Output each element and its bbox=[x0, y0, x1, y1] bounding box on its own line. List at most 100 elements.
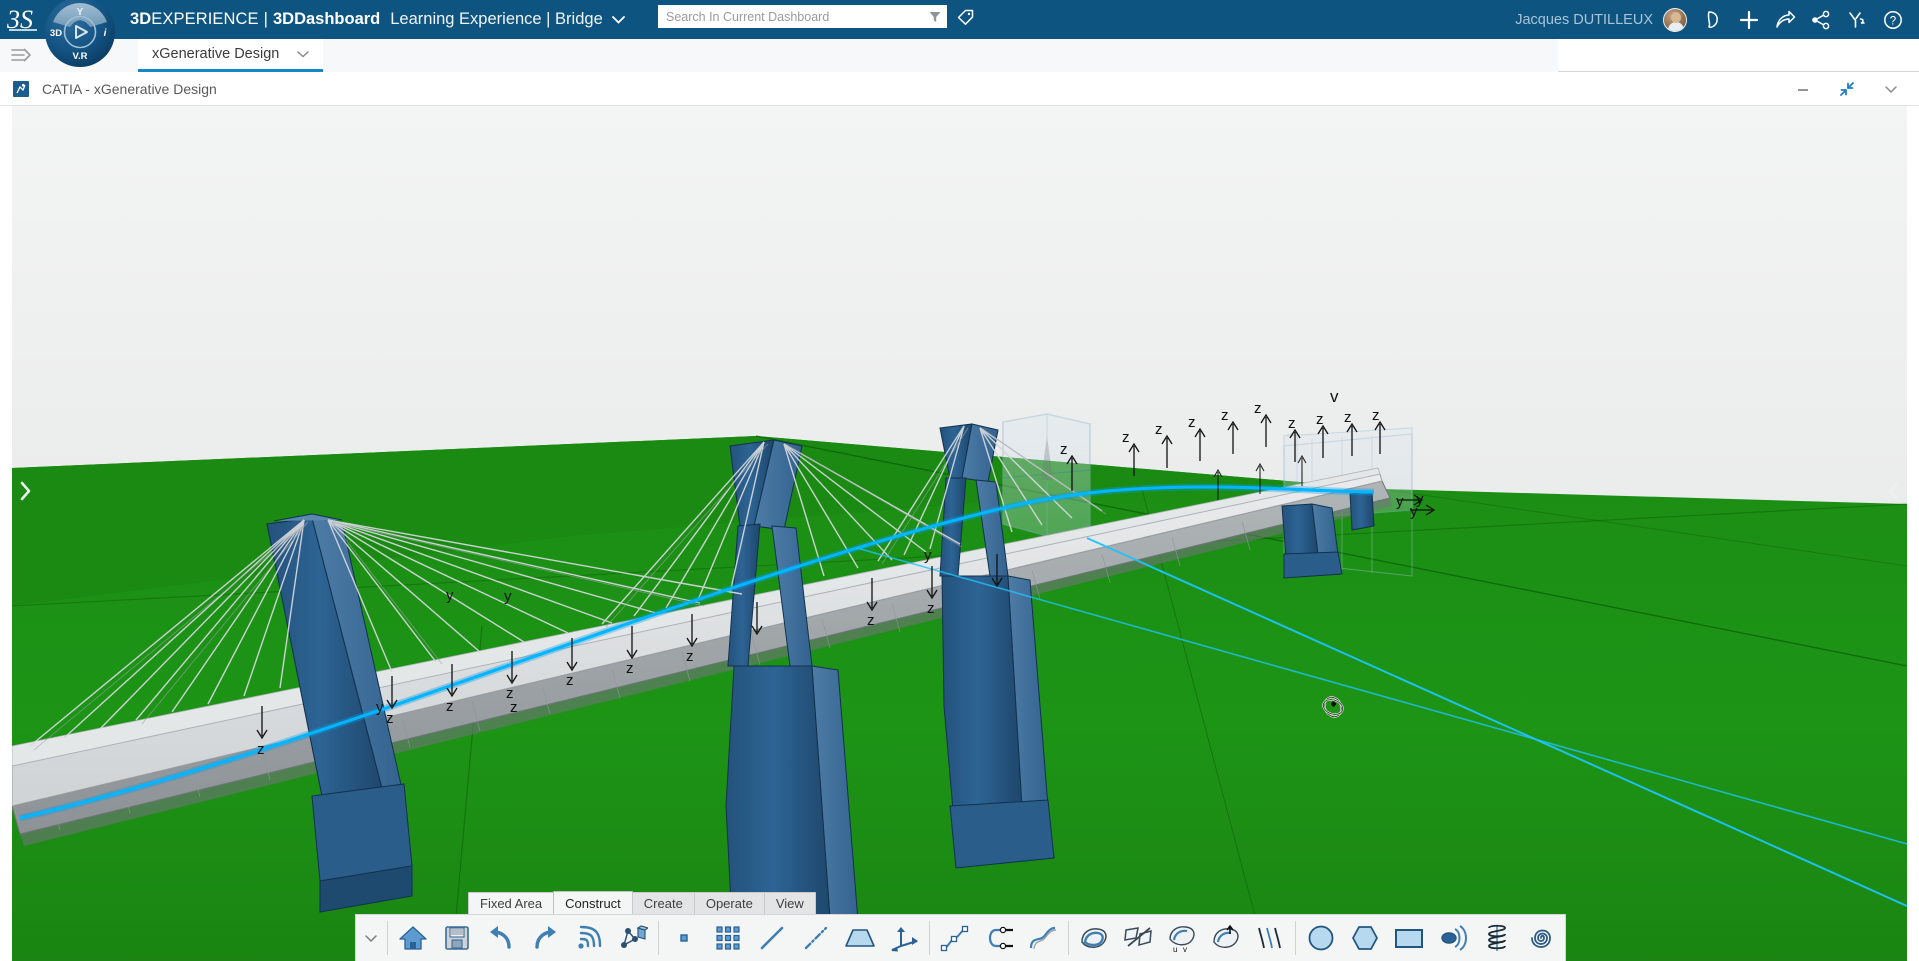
surface-fold-icon[interactable] bbox=[1116, 916, 1160, 961]
surface-uv-icon[interactable]: u v bbox=[1160, 916, 1204, 961]
ellipse-offset-icon[interactable] bbox=[1431, 916, 1475, 961]
svg-text:z: z bbox=[626, 660, 634, 677]
pylon-4 bbox=[1282, 504, 1342, 578]
compass-label-right: i bbox=[104, 28, 107, 39]
window-controls bbox=[1781, 72, 1913, 106]
3ds-logo-icon[interactable]: 3 S bbox=[4, 0, 46, 39]
svg-text:z: z bbox=[1288, 415, 1296, 432]
hexagon-icon[interactable] bbox=[1343, 916, 1387, 961]
design-space-box-1 bbox=[1003, 414, 1090, 536]
svg-text:z: z bbox=[446, 698, 454, 715]
plus-icon[interactable] bbox=[1731, 0, 1767, 39]
surface-extract-icon[interactable] bbox=[1204, 916, 1248, 961]
help-question-icon[interactable]: ? bbox=[1875, 0, 1911, 39]
brand-title: 3DEXPERIENCE | 3DDashboard Learning Expe… bbox=[130, 0, 625, 39]
search-input[interactable] bbox=[658, 6, 923, 27]
user-name-label[interactable]: Jacques DUTILLEUX bbox=[1515, 12, 1653, 28]
surface-patch-icon[interactable] bbox=[1072, 916, 1116, 961]
curve-blend-icon[interactable] bbox=[1021, 916, 1065, 961]
svg-text:z: z bbox=[1221, 407, 1229, 424]
circle-icon[interactable] bbox=[1299, 916, 1343, 961]
undo-icon[interactable] bbox=[479, 916, 523, 961]
3d-viewport[interactable]: zzz zzz zzz z v zzz zzz z z zz yyy y yyy bbox=[12, 106, 1907, 961]
trapezoid-plane-icon[interactable] bbox=[838, 916, 882, 961]
hamburger-menu-icon[interactable] bbox=[8, 44, 34, 66]
application-tab-bar: xGenerative Design bbox=[0, 39, 1919, 72]
svg-text:y: y bbox=[504, 588, 512, 605]
tab-label: xGenerative Design bbox=[152, 46, 279, 62]
tab-fixed-area[interactable]: Fixed Area bbox=[468, 892, 554, 914]
svg-text:z: z bbox=[1188, 414, 1196, 431]
notification-bookmark-icon[interactable] bbox=[1695, 0, 1731, 39]
brand-experience: EXPERIENCE bbox=[151, 10, 258, 28]
line-icon[interactable] bbox=[750, 916, 794, 961]
svg-text:z: z bbox=[566, 672, 574, 689]
graph-node-cube-icon[interactable] bbox=[611, 916, 655, 961]
brand-3d: 3D bbox=[130, 10, 151, 28]
svg-text:z: z bbox=[1155, 421, 1163, 438]
share-arrow-icon[interactable] bbox=[1767, 0, 1803, 39]
tab-label: View bbox=[776, 896, 804, 911]
tab-label: Construct bbox=[565, 896, 621, 911]
toolbar-separator bbox=[387, 921, 388, 955]
chevron-down-icon[interactable] bbox=[358, 916, 384, 961]
svg-text:z: z bbox=[386, 710, 394, 727]
connect-curve-icon[interactable] bbox=[977, 916, 1021, 961]
chevron-down-icon[interactable] bbox=[297, 45, 309, 63]
svg-text:y: y bbox=[446, 587, 454, 604]
svg-text:z: z bbox=[1254, 400, 1262, 417]
tab-operate[interactable]: Operate bbox=[694, 892, 765, 914]
point-grid-icon[interactable] bbox=[706, 916, 750, 961]
3dexperience-compass-icon[interactable]: Y 3D i V.R bbox=[44, 0, 116, 68]
tag-icon[interactable] bbox=[953, 5, 977, 29]
dashed-line-icon[interactable] bbox=[794, 916, 838, 961]
action-toolbar: u v bbox=[355, 914, 1566, 961]
restore-icon[interactable] bbox=[1825, 72, 1869, 106]
brand-separator: | bbox=[264, 10, 268, 29]
rectangle-icon[interactable] bbox=[1387, 916, 1431, 961]
tab-xgenerative-design[interactable]: xGenerative Design bbox=[138, 39, 323, 72]
svg-text:?: ? bbox=[1890, 15, 1896, 27]
dashboard-context-label[interactable]: Learning Experience | Bridge bbox=[390, 10, 603, 29]
toolbar-separator bbox=[1068, 921, 1069, 955]
svg-text:z: z bbox=[1344, 409, 1352, 426]
tab-create[interactable]: Create bbox=[632, 892, 695, 914]
save-floppy-icon[interactable] bbox=[435, 916, 479, 961]
pylon-5 bbox=[1350, 492, 1374, 530]
spline-icon[interactable] bbox=[933, 916, 977, 961]
top-navigation-bar: 3 S 3DEXPERIENCE | 3DDashboard Learning … bbox=[0, 0, 1919, 39]
search-box[interactable] bbox=[658, 5, 947, 28]
minimize-icon[interactable] bbox=[1781, 72, 1825, 106]
point-icon[interactable] bbox=[662, 916, 706, 961]
tab-label: Fixed Area bbox=[480, 896, 542, 911]
chevron-down-icon[interactable] bbox=[612, 11, 625, 29]
toolbar-separator bbox=[658, 921, 659, 955]
funnel-filter-icon[interactable] bbox=[923, 10, 947, 24]
toolbar-tabs: Fixed Area Construct Create Operate View bbox=[468, 891, 815, 914]
helix-icon[interactable] bbox=[1475, 916, 1519, 961]
tab-label: Operate bbox=[706, 896, 753, 911]
tab-construct[interactable]: Construct bbox=[553, 891, 633, 914]
svg-text:y: y bbox=[376, 699, 384, 716]
redo-icon[interactable] bbox=[523, 916, 567, 961]
home-icon[interactable] bbox=[391, 916, 435, 961]
svg-text:y: y bbox=[924, 547, 932, 564]
3dexperience-y-icon[interactable] bbox=[1839, 0, 1875, 39]
svg-text:z: z bbox=[1372, 407, 1380, 424]
catia-window-title: CATIA - xGenerative Design bbox=[42, 81, 217, 97]
svg-text:z: z bbox=[257, 741, 265, 758]
simulate-signal-icon[interactable] bbox=[567, 916, 611, 961]
toolbar-separator bbox=[929, 921, 930, 955]
right-panel-toggle[interactable] bbox=[1883, 474, 1905, 508]
3d-scene: zzz zzz zzz z v zzz zzz z z zz yyy y yyy bbox=[12, 106, 1907, 961]
svg-text:y: y bbox=[1410, 503, 1418, 520]
parallel-curves-icon[interactable] bbox=[1248, 916, 1292, 961]
chevron-down-icon[interactable] bbox=[1869, 72, 1913, 106]
tab-view[interactable]: View bbox=[764, 892, 816, 914]
share-nodes-icon[interactable] bbox=[1803, 0, 1839, 39]
spiral-icon[interactable] bbox=[1519, 916, 1563, 961]
axis-system-icon[interactable] bbox=[882, 916, 926, 961]
user-avatar[interactable] bbox=[1663, 8, 1687, 32]
left-panel-toggle[interactable] bbox=[14, 474, 36, 508]
catia-icon bbox=[13, 81, 29, 97]
